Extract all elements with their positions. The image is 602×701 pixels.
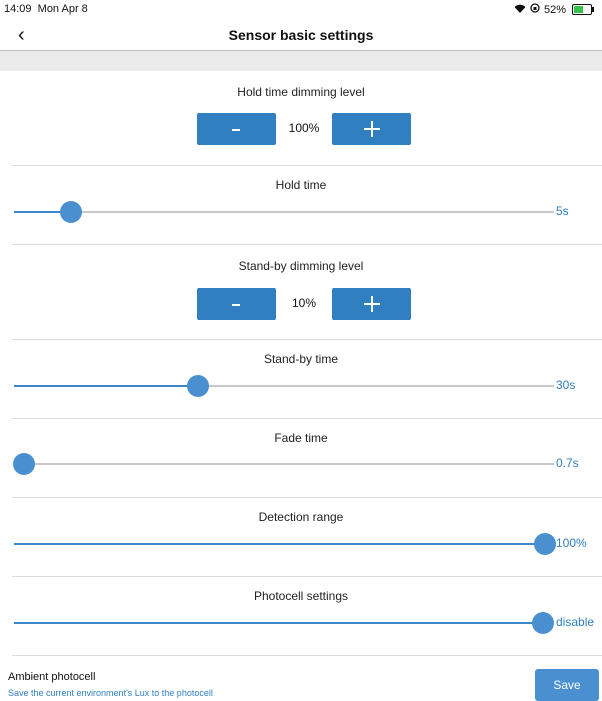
hold-dim-section: Hold time dimming level <box>0 85 602 99</box>
battery-icon <box>572 4 594 15</box>
slider-track <box>14 375 554 397</box>
ambient-photocell-description: Save the current environment's Lux to th… <box>8 688 213 698</box>
page-title: Sensor basic settings <box>228 27 374 43</box>
hold-dim-decrease-button[interactable] <box>197 113 276 145</box>
standby-dim-stepper: 10% <box>0 288 602 320</box>
standby-time-section: Stand-by time <box>0 352 602 366</box>
slider-track <box>14 612 555 634</box>
photocell-label: Photocell settings <box>253 589 349 603</box>
fade-time-section: Fade time <box>0 431 602 445</box>
photocell-value: disable <box>556 615 595 629</box>
slider-track <box>14 201 554 223</box>
hold-time-slider[interactable]: 5s <box>0 200 602 224</box>
hold-time-label: Hold time <box>275 178 327 192</box>
divider <box>12 418 602 419</box>
hold-dim-label: Hold time dimming level <box>237 85 365 99</box>
slider-track <box>14 533 557 555</box>
status-time: 14:09 Mon Apr 8 <box>4 3 88 15</box>
standby-dim-decrease-button[interactable] <box>197 288 276 320</box>
detection-label: Detection range <box>258 510 344 524</box>
slider-fill <box>14 622 544 624</box>
divider <box>12 497 602 498</box>
photocell-slider[interactable]: disable <box>0 611 602 635</box>
standby-dim-section: Stand-by dimming level <box>0 259 602 273</box>
divider <box>12 576 602 577</box>
detection-section: Detection range <box>0 510 602 524</box>
hold-dim-stepper: 100% <box>0 113 602 145</box>
status-bar: 14:09 Mon Apr 8 52% <box>0 0 602 18</box>
photocell-section: Photocell settings <box>0 589 602 603</box>
detection-slider[interactable]: 100% <box>0 532 602 556</box>
battery-percent: 52% <box>543 3 566 16</box>
orientation-lock-icon <box>530 3 540 16</box>
slider-thumb[interactable] <box>187 375 210 397</box>
hold-time-section: Hold time <box>0 178 602 192</box>
save-button[interactable]: Save <box>535 669 599 701</box>
hold-dim-increase-button[interactable] <box>332 113 411 145</box>
fade-time-value: 0.7s <box>556 456 579 470</box>
standby-dim-label: Stand-by dimming level <box>238 259 364 273</box>
slider-fill <box>14 543 546 545</box>
standby-time-label: Stand-by time <box>263 352 339 366</box>
slider-thumb[interactable] <box>532 612 555 634</box>
status-icons: 52% <box>514 3 594 16</box>
slider-track <box>13 453 554 475</box>
status-clock: 14:09 <box>4 3 32 15</box>
status-date: Mon Apr 8 <box>37 3 88 15</box>
detection-value: 100% <box>556 536 587 550</box>
hold-dim-value: 100% <box>288 121 320 135</box>
standby-dim-increase-button[interactable] <box>332 288 411 320</box>
slider-thumb[interactable] <box>534 533 557 555</box>
fade-time-label: Fade time <box>274 431 328 445</box>
slider-thumb[interactable] <box>60 201 83 223</box>
fade-time-slider[interactable]: 0.7s <box>0 452 602 476</box>
nav-bar: ‹ Sensor basic settings <box>0 18 602 51</box>
divider <box>12 244 602 245</box>
standby-time-slider[interactable]: 30s <box>0 374 602 398</box>
slider-fill <box>14 385 199 387</box>
divider <box>12 655 602 656</box>
wifi-icon <box>514 4 526 16</box>
standby-time-value: 30s <box>556 378 576 392</box>
header-band <box>0 51 602 71</box>
divider <box>12 165 602 166</box>
standby-dim-value: 10% <box>291 296 317 310</box>
ambient-photocell-title: Ambient photocell <box>8 671 96 683</box>
divider <box>12 339 602 340</box>
hold-time-value: 5s <box>556 204 569 218</box>
slider-thumb[interactable] <box>13 453 36 475</box>
